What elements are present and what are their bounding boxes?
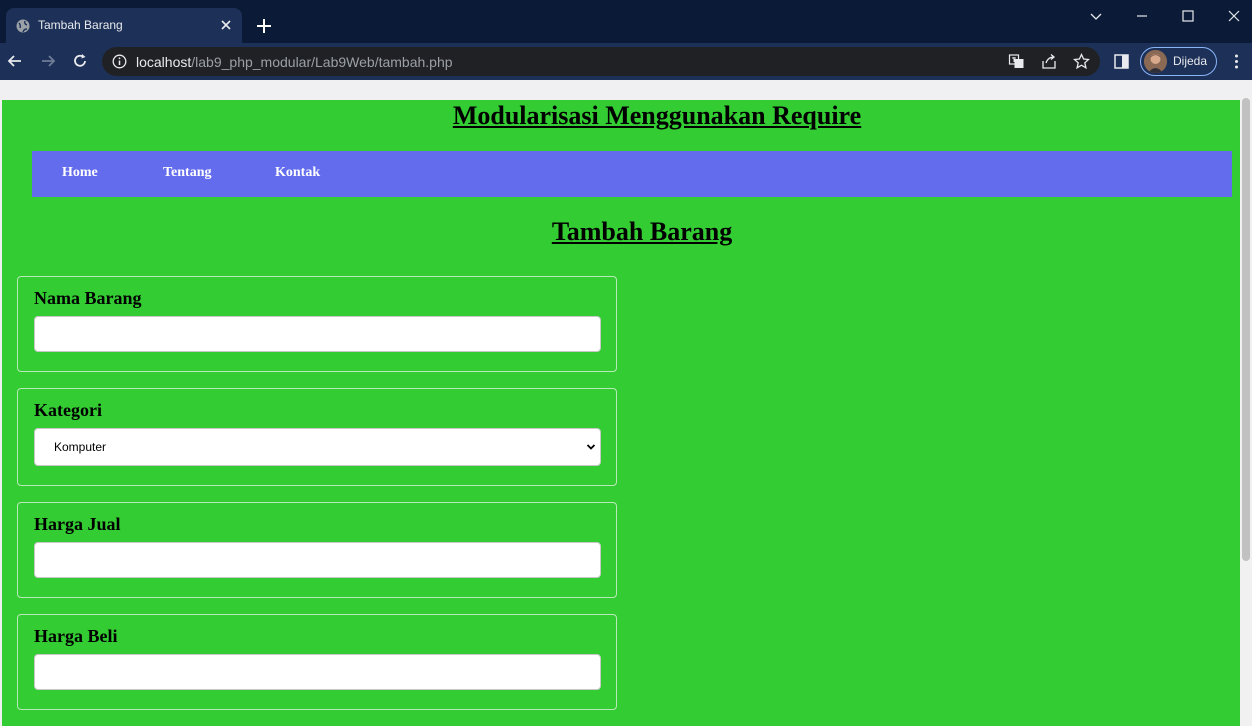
reload-icon[interactable] bbox=[71, 52, 89, 70]
globe-icon bbox=[16, 19, 30, 33]
back-icon[interactable] bbox=[6, 52, 24, 70]
field-group-kategori: Kategori Komputer bbox=[17, 388, 617, 486]
site-title: Modularisasi Menggunakan Require bbox=[452, 101, 862, 130]
harga-beli-label: Harga Beli bbox=[34, 626, 118, 646]
browser-toolbar: localhost/lab9_php_modular/Lab9Web/tamba… bbox=[0, 43, 1252, 80]
page-container: Modularisasi Menggunakan Require Home Te… bbox=[2, 100, 1240, 726]
menu-item-tentang[interactable]: Tentang bbox=[163, 165, 212, 181]
field-group-harga-jual: Harga Jual bbox=[17, 502, 617, 598]
url-host: localhost bbox=[136, 54, 192, 70]
plus-icon[interactable] bbox=[254, 16, 274, 36]
url-text[interactable]: localhost/lab9_php_modular/Lab9Web/tamba… bbox=[136, 54, 453, 70]
field-group-nama-barang: Nama Barang bbox=[17, 276, 617, 372]
vertical-scrollbar[interactable] bbox=[1240, 95, 1252, 726]
menu-item-home[interactable]: Home bbox=[62, 165, 98, 181]
chevron-down-icon[interactable] bbox=[1088, 8, 1104, 24]
profile-button[interactable]: Dijeda bbox=[1140, 47, 1217, 76]
kategori-label: Kategori bbox=[34, 400, 102, 420]
field-group-harga-beli: Harga Beli bbox=[17, 614, 617, 710]
kategori-select[interactable]: Komputer bbox=[34, 428, 601, 466]
kebab-menu-icon[interactable] bbox=[1228, 53, 1245, 70]
minimize-icon[interactable] bbox=[1134, 8, 1150, 24]
browser-tab[interactable]: Tambah Barang bbox=[6, 8, 242, 43]
info-icon[interactable] bbox=[112, 54, 127, 69]
address-bar[interactable]: localhost/lab9_php_modular/Lab9Web/tamba… bbox=[102, 47, 1100, 76]
profile-name: Dijeda bbox=[1173, 54, 1208, 68]
chevron-down-icon bbox=[586, 444, 596, 450]
window-close-icon[interactable] bbox=[1226, 8, 1242, 24]
share-icon[interactable] bbox=[1041, 53, 1058, 70]
menu-item-kontak[interactable]: Kontak bbox=[275, 165, 320, 181]
avatar bbox=[1144, 50, 1167, 73]
side-panel-icon[interactable] bbox=[1113, 53, 1130, 70]
harga-jual-input[interactable] bbox=[34, 542, 601, 578]
scrollbar-thumb[interactable] bbox=[1242, 98, 1250, 561]
nama-barang-input[interactable] bbox=[34, 316, 601, 352]
url-path: /lab9_php_modular/Lab9Web/tambah.php bbox=[191, 54, 453, 70]
page-viewport: Modularisasi Menggunakan Require Home Te… bbox=[0, 80, 1252, 726]
close-icon[interactable] bbox=[218, 17, 234, 33]
tab-title: Tambah Barang bbox=[38, 18, 123, 32]
harga-jual-label: Harga Jual bbox=[34, 514, 121, 534]
translate-icon[interactable] bbox=[1008, 53, 1025, 70]
browser-titlebar: Tambah Barang bbox=[0, 0, 1252, 43]
forward-icon[interactable] bbox=[39, 52, 57, 70]
harga-beli-input[interactable] bbox=[34, 654, 601, 690]
kategori-selected-value: Komputer bbox=[54, 440, 107, 454]
maximize-icon[interactable] bbox=[1180, 8, 1196, 24]
form-title: Tambah Barang bbox=[551, 217, 733, 246]
nav-menu: Home Tentang Kontak bbox=[32, 151, 1232, 197]
star-icon[interactable] bbox=[1073, 53, 1090, 70]
nama-barang-label: Nama Barang bbox=[34, 288, 142, 308]
